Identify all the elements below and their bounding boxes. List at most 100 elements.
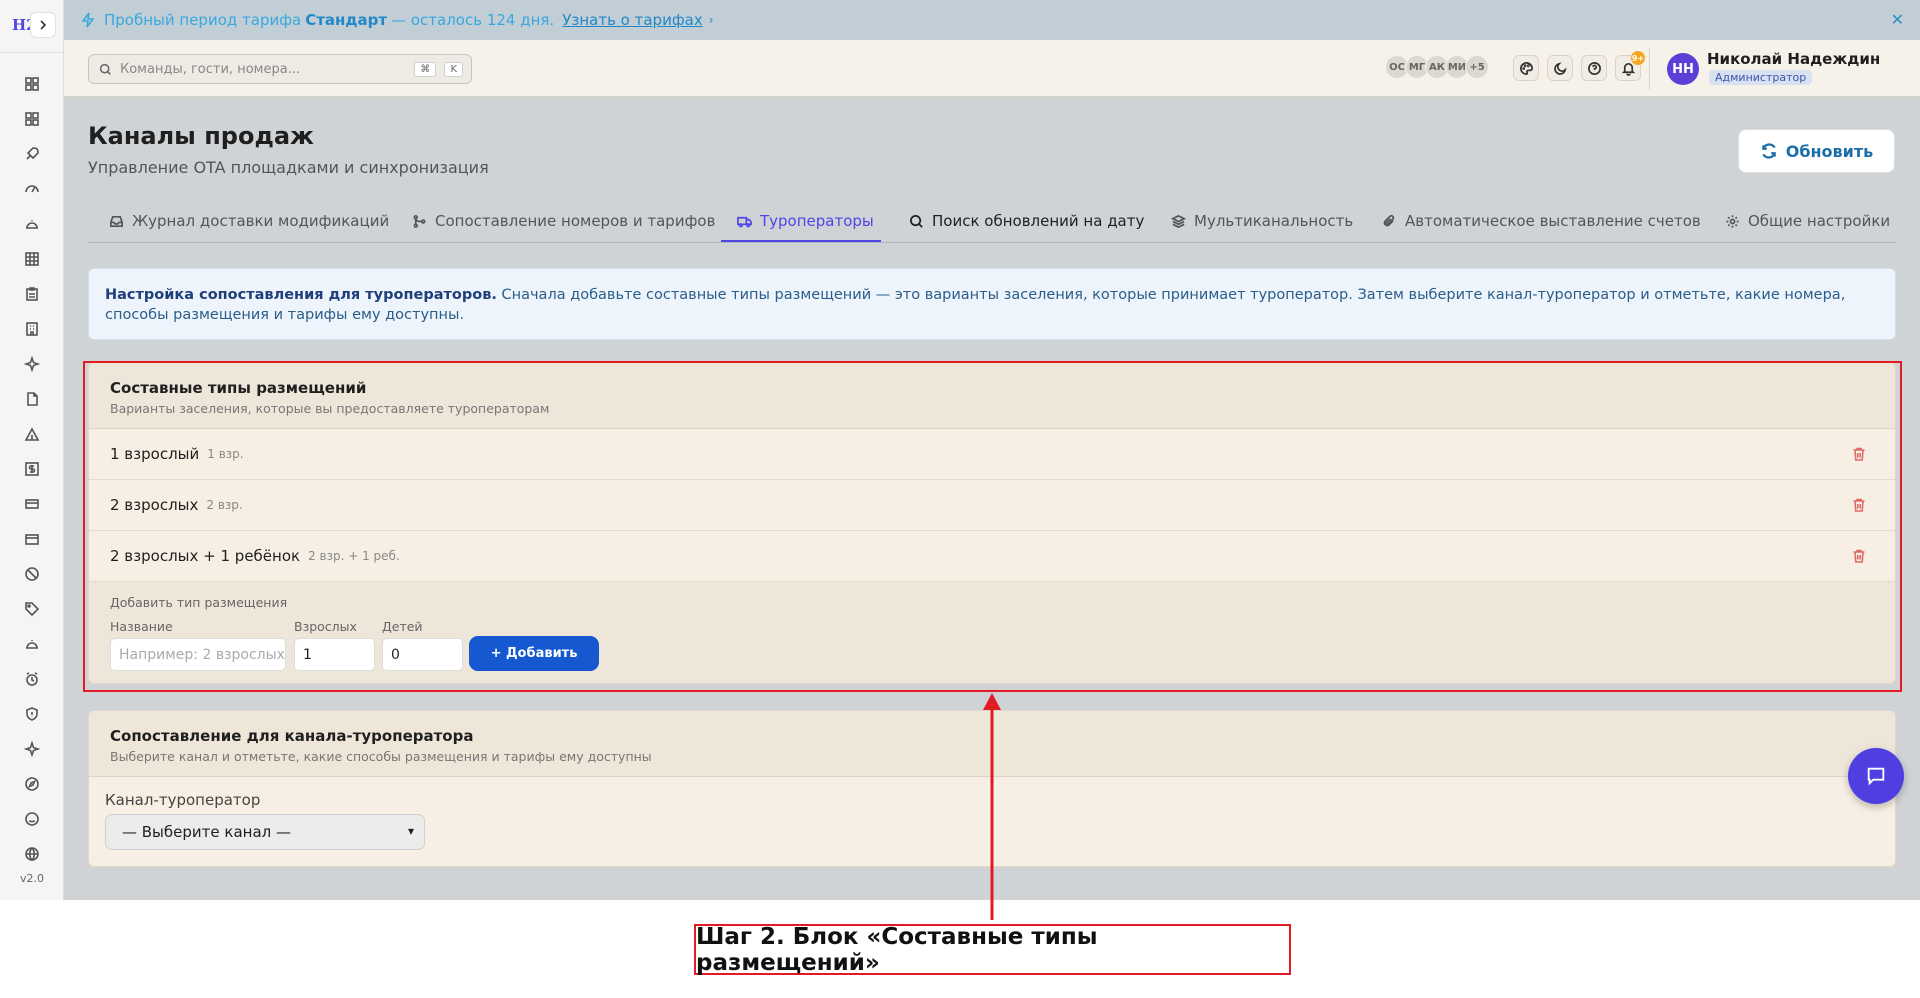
channel-select[interactable]: — Выберите канал — ▾ bbox=[105, 814, 425, 850]
rocket-icon bbox=[26, 146, 39, 160]
sidebar-item-payments[interactable] bbox=[0, 521, 64, 556]
sidebar-item-finance[interactable] bbox=[0, 451, 64, 486]
theme-palette-button[interactable] bbox=[1513, 55, 1539, 81]
bolt-icon bbox=[81, 12, 95, 28]
sidebar-item-speed[interactable] bbox=[0, 171, 64, 206]
sidebar-nav bbox=[0, 66, 64, 871]
sidebar-item-magic[interactable] bbox=[0, 731, 64, 766]
bell-service-icon bbox=[26, 219, 38, 229]
refresh-icon bbox=[1761, 143, 1776, 159]
sparkles-icon bbox=[24, 355, 40, 372]
sidebar-item-hotel[interactable] bbox=[0, 311, 64, 346]
tab-label: Журнал доставки модификаций bbox=[132, 212, 390, 230]
tab-multichannel[interactable]: Мультиканальность bbox=[1171, 212, 1353, 230]
sidebar-item-alarms[interactable] bbox=[0, 661, 64, 696]
dark-mode-button[interactable] bbox=[1547, 55, 1573, 81]
trial-prefix: Пробный период тарифа bbox=[104, 11, 302, 29]
credit-card-icon bbox=[25, 498, 39, 509]
info-callout: Настройка сопоставления для туроператоро… bbox=[88, 268, 1896, 340]
close-icon[interactable]: ✕ bbox=[1891, 10, 1904, 29]
sidebar-divider bbox=[0, 52, 64, 53]
chat-button[interactable] bbox=[1848, 748, 1904, 804]
shortcut-key-k: K bbox=[444, 62, 463, 77]
wallet-icon bbox=[25, 533, 39, 545]
tab-delivery-log[interactable]: Журнал доставки модификаций bbox=[109, 212, 389, 230]
refresh-button[interactable]: Обновить bbox=[1738, 129, 1895, 173]
card-header: Сопоставление для канала-туроператора Вы… bbox=[89, 711, 1895, 777]
sidebar-item-guests[interactable] bbox=[0, 801, 64, 836]
sidebar-item-service[interactable] bbox=[0, 206, 64, 241]
page-subtitle: Управление OTA площадками и синхронизаци… bbox=[88, 158, 489, 177]
sidebar-item-modules[interactable] bbox=[0, 101, 64, 136]
help-button[interactable] bbox=[1581, 55, 1607, 81]
channel-label: Канал-туроператор bbox=[105, 791, 261, 809]
grid-icon bbox=[25, 76, 39, 91]
sidebar-item-dashboard[interactable] bbox=[0, 66, 64, 101]
sidebar: H2 v2.0 bbox=[0, 0, 64, 900]
shield-icon bbox=[26, 706, 38, 721]
sidebar-item-ai[interactable] bbox=[0, 346, 64, 381]
tab-room-mapping[interactable]: Сопоставление номеров и тарифов bbox=[412, 212, 715, 230]
globe-icon bbox=[25, 846, 39, 861]
card-title: Сопоставление для канала-туроператора bbox=[110, 727, 474, 745]
tab-label: Мультиканальность bbox=[1194, 212, 1354, 230]
tab-auto-invoicing[interactable]: Автоматическое выставление счетов bbox=[1382, 212, 1701, 230]
sidebar-item-concierge[interactable] bbox=[0, 626, 64, 661]
info-title: Настройка сопоставления для туроператоро… bbox=[105, 287, 497, 303]
notification-badge: 9+ bbox=[1631, 51, 1645, 65]
building-icon bbox=[26, 321, 38, 336]
gear-icon bbox=[1726, 214, 1739, 228]
file-icon bbox=[27, 391, 38, 406]
chevron-down-icon: ▾ bbox=[407, 824, 414, 838]
sidebar-item-explore[interactable] bbox=[0, 766, 64, 801]
clipboard-icon bbox=[26, 286, 38, 301]
search-icon bbox=[99, 63, 111, 75]
app-version: v2.0 bbox=[19, 872, 44, 885]
avatar-more: +5 bbox=[1465, 55, 1489, 79]
sidebar-item-cards[interactable] bbox=[0, 486, 64, 521]
sidebar-item-tags[interactable] bbox=[0, 591, 64, 626]
paperclip-icon bbox=[1383, 214, 1395, 226]
tab-label: Поиск обновлений на дату bbox=[932, 212, 1145, 230]
sparkles-alt-icon bbox=[24, 740, 40, 757]
tab-label: Туроператоры bbox=[760, 212, 874, 230]
sidebar-item-table[interactable] bbox=[0, 241, 64, 276]
sidebar-item-security[interactable] bbox=[0, 696, 64, 731]
trial-suffix: — осталось 124 дня. bbox=[391, 11, 555, 29]
layout-icon bbox=[25, 111, 39, 126]
sidebar-item-launch[interactable] bbox=[0, 136, 64, 171]
online-users[interactable]: ОС МГ АК МИ +5 bbox=[1385, 55, 1489, 79]
concierge-icon bbox=[26, 639, 38, 649]
tab-general-settings[interactable]: Общие настройки bbox=[1725, 212, 1890, 230]
smile-icon bbox=[25, 811, 39, 826]
tab-tour-operators[interactable]: Туроператоры bbox=[737, 212, 874, 230]
tab-update-search[interactable]: Поиск обновлений на дату bbox=[909, 212, 1144, 230]
trial-plan: Стандарт bbox=[305, 11, 388, 29]
search-icon bbox=[910, 214, 923, 228]
inbox-icon bbox=[110, 215, 123, 227]
channel-select-value: — Выберите канал — bbox=[122, 823, 291, 841]
pricing-link[interactable]: Узнать о тарифах bbox=[562, 11, 703, 29]
tab-bar: Журнал доставки модификаций Сопоставлени… bbox=[88, 206, 1896, 243]
sidebar-item-documents[interactable] bbox=[0, 381, 64, 416]
tab-label: Сопоставление номеров и тарифов bbox=[435, 212, 716, 230]
table-icon bbox=[25, 251, 39, 266]
sidebar-item-blocked[interactable] bbox=[0, 556, 64, 591]
help-icon bbox=[1587, 61, 1601, 75]
sidebar-item-tasks[interactable] bbox=[0, 276, 64, 311]
ban-icon bbox=[25, 566, 39, 581]
search-input[interactable]: Команды, гости, номера... ⌘ K bbox=[88, 54, 472, 84]
trial-banner: Пробный период тарифа Стандарт — осталос… bbox=[64, 0, 1920, 40]
page-title: Каналы продаж bbox=[88, 122, 314, 150]
sidebar-item-camping[interactable] bbox=[0, 416, 64, 451]
compass-icon bbox=[25, 776, 39, 791]
highlight-frame bbox=[83, 361, 1902, 692]
chevron-right-icon: › bbox=[708, 13, 714, 27]
notifications-button[interactable]: 9+ bbox=[1615, 51, 1645, 81]
sidebar-toggle-button[interactable] bbox=[30, 12, 56, 38]
user-name[interactable]: Николай Надеждин bbox=[1707, 50, 1880, 68]
refresh-label: Обновить bbox=[1785, 141, 1874, 161]
tent-icon bbox=[24, 426, 40, 441]
sidebar-item-channels[interactable] bbox=[0, 836, 64, 871]
user-avatar[interactable]: НН bbox=[1667, 53, 1699, 85]
